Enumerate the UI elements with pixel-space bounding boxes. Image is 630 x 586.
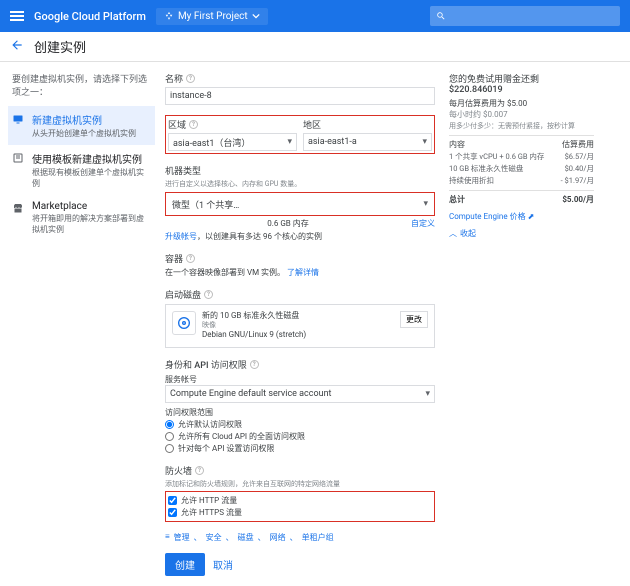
cost-row: 10 GB 标准永久性磁盘$0.40/月 xyxy=(449,163,594,174)
name-input[interactable]: instance-8 xyxy=(165,87,435,105)
sa-label: 服务帐号 xyxy=(165,374,435,385)
project-name: My First Project xyxy=(178,11,248,22)
sidebar-caption: 要创建虚拟机实例，请选择下列选项之一： xyxy=(12,72,155,98)
chevron-down-icon: ▾ xyxy=(425,389,430,399)
upgrade-account-link[interactable]: 升级帐号 xyxy=(165,232,197,241)
sidebar-item-sub: 从头开始创建单个虚拟机实例 xyxy=(32,128,136,139)
machine-memory: 0.6 GB 内存 xyxy=(267,218,309,229)
chevron-down-icon: ▾ xyxy=(422,137,427,147)
machine-hint: 进行自定义以选择核心、内存和 GPU 数量。 xyxy=(165,179,435,189)
create-button[interactable]: 创建 xyxy=(165,553,205,576)
sidebar-item-sub: 将开箱即用的解决方案部署到虚拟机实例 xyxy=(32,213,151,235)
machine-type-select[interactable]: 微型（1 个共享…▾ xyxy=(168,195,432,213)
product-name: Google Cloud Platform xyxy=(34,10,146,23)
project-picker[interactable]: My First Project xyxy=(156,8,268,25)
firewall-http-checkbox[interactable]: 允许 HTTP 流量 xyxy=(168,495,432,506)
chevron-down-icon: ▾ xyxy=(287,137,292,147)
cost-row: 持续使用折扣- $1.97/月 xyxy=(449,175,594,186)
external-link-icon: ⬈ xyxy=(528,212,535,221)
sidebar-item-sub: 根据现有模板创建单个虚拟机实例 xyxy=(32,167,151,189)
hourly-estimate: 每小时约 $0.007 xyxy=(449,109,594,120)
collapse-link[interactable]: ︿收起 xyxy=(449,228,594,239)
template-icon xyxy=(12,152,24,167)
vm-icon xyxy=(12,113,24,128)
machine-label: 机器类型 xyxy=(165,164,201,177)
scope-radio-per-api[interactable]: 针对每个 API 设置访问权限 xyxy=(165,443,435,454)
scope-radio-full[interactable]: 允许所有 Cloud API 的全面访问权限 xyxy=(165,431,435,442)
help-icon[interactable]: ? xyxy=(204,290,213,299)
container-label: 容器 xyxy=(165,252,183,265)
help-icon[interactable]: ? xyxy=(186,74,195,83)
discount-note: 用多少付多少：无需预付紧接，按秒计算 xyxy=(449,121,594,131)
zone-select[interactable]: asia-east1-a▾ xyxy=(303,133,432,151)
cost-row: 1 个共享 vCPU + 0.6 GB 内存$6.57/月 xyxy=(449,151,594,162)
learn-more-link[interactable]: 了解详情 xyxy=(287,268,319,277)
cancel-button[interactable]: 取消 xyxy=(213,557,233,572)
name-label: 名称 xyxy=(165,72,183,85)
chevron-down-icon: ▾ xyxy=(423,199,428,209)
firewall-hint: 添加标记和防火墙规则，允许来自互联网的特定网络流量 xyxy=(165,479,435,489)
search-input[interactable] xyxy=(430,6,620,26)
help-icon[interactable]: ? xyxy=(186,254,195,263)
region-select[interactable]: asia-east1（台湾）▾ xyxy=(168,133,297,151)
bootdisk-label: 启动磁盘 xyxy=(165,288,201,301)
region-label: 区域 xyxy=(168,118,186,131)
pricing-link[interactable]: Compute Engine 价格 xyxy=(449,212,526,221)
sidebar-item-label: 使用模板新建虚拟机实例 xyxy=(32,151,151,166)
sidebar-item-label: Marketplace xyxy=(32,201,151,212)
disk-icon xyxy=(172,311,196,335)
firewall-label: 防火墙 xyxy=(165,464,192,477)
bootdisk-desc: 新的 10 GB 标准永久性磁盘 xyxy=(202,311,394,321)
marketplace-icon xyxy=(12,202,24,217)
identity-label: 身份和 API 访问权限 xyxy=(165,358,247,371)
total-label: 总计 xyxy=(449,194,465,205)
chevron-up-icon: ︿ xyxy=(449,228,457,239)
sidebar-item-new-instance[interactable]: 新建虚拟机实例从头开始创建单个虚拟机实例 xyxy=(8,106,155,145)
bootdisk-sub: 映像 xyxy=(202,321,394,330)
sidebar-item-from-template[interactable]: 使用模板新建虚拟机实例根据现有模板创建单个虚拟机实例 xyxy=(8,145,155,195)
scope-label: 访问权限范围 xyxy=(165,407,435,418)
sidebar-item-marketplace[interactable]: Marketplace将开箱即用的解决方案部署到虚拟机实例 xyxy=(8,195,155,241)
total-value: $5.00/月 xyxy=(562,194,594,205)
help-icon[interactable]: ? xyxy=(195,466,204,475)
help-icon[interactable]: ? xyxy=(250,360,259,369)
change-button[interactable]: 更改 xyxy=(400,311,428,328)
expand-sections[interactable]: ≡ 管理、 安全、 磁盘、 网络、 单租户组 xyxy=(165,532,435,543)
search-icon xyxy=(436,11,446,21)
service-account-select[interactable]: Compute Engine default service account▾ xyxy=(165,385,435,403)
monthly-estimate: 每月估算费用为 $5.00 xyxy=(449,98,594,109)
firewall-https-checkbox[interactable]: 允许 HTTPS 流量 xyxy=(168,507,432,518)
help-icon[interactable]: ? xyxy=(189,120,198,129)
sidebar-item-label: 新建虚拟机实例 xyxy=(32,112,136,127)
scope-radio-default[interactable]: 允许默认访问权限 xyxy=(165,419,435,430)
customize-link[interactable]: 自定义 xyxy=(411,218,435,229)
credit-remaining: 您的免费试用赠金还剩 $220.846019 xyxy=(449,72,594,95)
bootdisk-image: Debian GNU/Linux 9 (stretch) xyxy=(202,330,394,340)
zone-label: 地区 xyxy=(303,118,321,131)
page-title: 创建实例 xyxy=(34,37,86,56)
menu-icon[interactable] xyxy=(10,11,24,21)
back-arrow-icon[interactable] xyxy=(10,38,24,55)
